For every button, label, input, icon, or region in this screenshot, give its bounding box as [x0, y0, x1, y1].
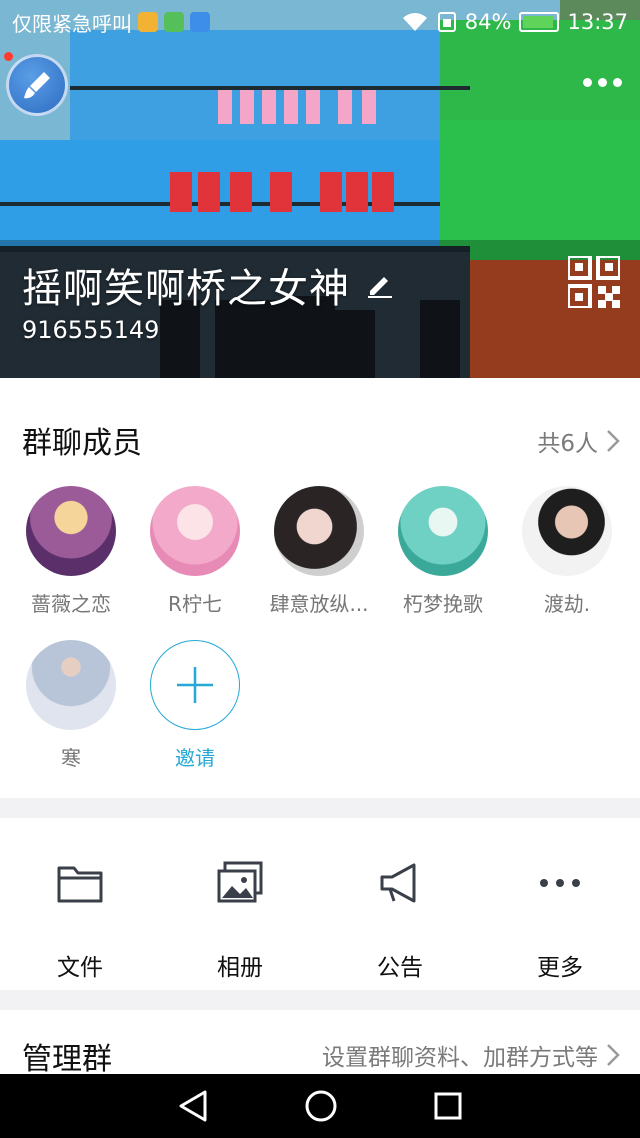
member-name: 肆意放纵... — [269, 592, 369, 616]
chevron-right-icon — [607, 430, 620, 452]
members-count[interactable]: 共6人 — [537, 424, 620, 458]
member-name: 渡劫. — [543, 592, 591, 616]
members-section: 群聊成员 共6人 蔷薇之恋 R柠七 肆意放纵... 朽梦挽歌 渡劫. 寒 邀请 — [0, 378, 640, 798]
member-item[interactable]: 寒 — [16, 640, 126, 771]
notification-dot — [4, 52, 13, 61]
brush-icon — [24, 72, 50, 99]
wifi-icon — [402, 13, 427, 31]
status-bar: 仅限紧急呼叫 84% 13:37 — [0, 0, 640, 44]
avatar — [398, 486, 488, 576]
tool-album[interactable]: 相册 — [180, 858, 300, 982]
tool-label: 相册 — [217, 955, 263, 981]
more-icon — [540, 879, 580, 887]
carrier-text: 仅限紧急呼叫 — [12, 11, 132, 36]
plus-icon — [177, 667, 213, 703]
folder-icon — [57, 866, 103, 903]
recents-icon[interactable] — [433, 1091, 463, 1121]
manage-desc: 设置群聊资料、加群方式等 — [322, 1045, 598, 1071]
avatar — [26, 486, 116, 576]
back-icon[interactable] — [177, 1089, 209, 1123]
member-name: R柠七 — [168, 592, 222, 616]
member-item[interactable]: 渡劫. — [512, 486, 622, 617]
avatar — [274, 486, 364, 576]
avatar — [26, 640, 116, 730]
floating-app-button[interactable] — [6, 54, 68, 116]
avatar — [522, 486, 612, 576]
announcement-icon — [380, 863, 416, 903]
app-notification-icon — [164, 12, 184, 32]
battery-icon — [519, 12, 560, 32]
members-count-label: 共6人 — [537, 431, 598, 457]
member-item[interactable]: 肆意放纵... — [264, 486, 374, 617]
invite-circle[interactable] — [150, 640, 240, 730]
tool-label: 文件 — [57, 955, 103, 981]
app-notification-icon — [190, 12, 210, 32]
invite-button[interactable]: 邀请 — [140, 640, 250, 771]
member-item[interactable]: 朽梦挽歌 — [388, 486, 498, 617]
members-title: 群聊成员 — [22, 426, 142, 461]
sim-icon — [437, 12, 456, 32]
group-id: 916555149 — [22, 316, 160, 344]
group-name: 摇啊笑啊桥之女神 — [22, 266, 350, 312]
tool-more[interactable]: 更多 — [500, 858, 620, 982]
album-icon — [217, 861, 263, 903]
edit-icon[interactable] — [366, 271, 394, 299]
invite-label: 邀请 — [175, 746, 215, 770]
qr-code-icon[interactable] — [568, 256, 620, 308]
manage-group-row[interactable]: 管理群 设置群聊资料、加群方式等 — [0, 1010, 640, 1077]
member-item[interactable]: R柠七 — [140, 486, 250, 617]
more-icon[interactable] — [583, 78, 622, 87]
member-name: 蔷薇之恋 — [31, 592, 111, 616]
manage-title: 管理群 — [22, 1042, 112, 1077]
system-nav-bar — [0, 1074, 640, 1138]
tools-section: 文件 相册 公告 更多 — [0, 818, 640, 990]
avatar — [150, 486, 240, 576]
tool-label: 更多 — [537, 955, 583, 981]
tool-announcement[interactable]: 公告 — [340, 858, 460, 982]
home-icon[interactable] — [304, 1089, 338, 1123]
member-name: 朽梦挽歌 — [403, 592, 483, 616]
member-name: 寒 — [61, 746, 81, 770]
chevron-right-icon — [607, 1044, 620, 1066]
battery-percent: 84% — [464, 10, 512, 34]
member-item[interactable]: 蔷薇之恋 — [16, 486, 126, 617]
clock: 13:37 — [567, 10, 628, 34]
tool-file[interactable]: 文件 — [20, 858, 140, 982]
group-cover[interactable]: 仅限紧急呼叫 84% 13:37 摇啊笑啊桥之女神 916555149 — [0, 0, 640, 378]
tool-label: 公告 — [377, 955, 423, 981]
app-notification-icon — [138, 12, 158, 32]
